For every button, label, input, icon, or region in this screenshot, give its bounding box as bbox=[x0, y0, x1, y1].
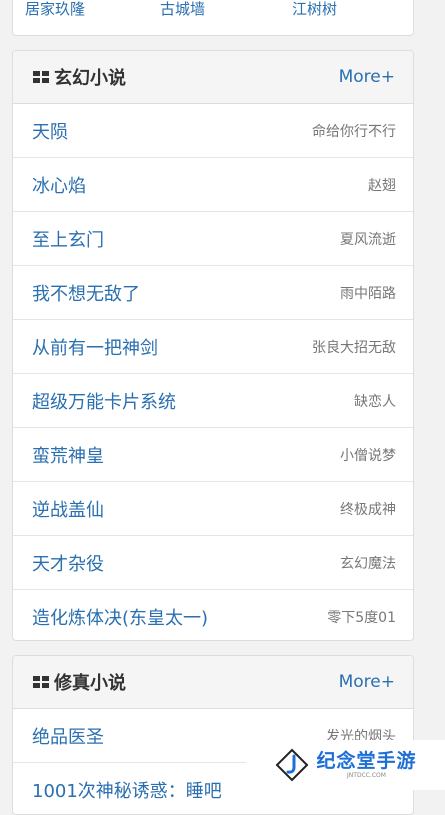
book-title-link[interactable]: 绝品医圣 bbox=[32, 723, 104, 749]
th-large-icon bbox=[33, 71, 49, 83]
book-author: 赵翅 bbox=[368, 177, 396, 194]
book-author: 缺恋人 bbox=[354, 393, 396, 410]
list-item: 逆战盖仙 终极成神 bbox=[13, 482, 413, 536]
list-item: 超级万能卡片系统 缺恋人 bbox=[13, 374, 413, 428]
book-title-link[interactable]: 造化炼体决(东皇太一) bbox=[32, 604, 208, 630]
book-author: 夏风流逝 bbox=[340, 231, 396, 248]
list-item: 蛮荒神皇 小僧说梦 bbox=[13, 428, 413, 482]
book-author: 小僧说梦 bbox=[340, 447, 396, 464]
book-title-link[interactable]: 天陨 bbox=[32, 118, 68, 144]
watermark-brand: 纪念堂手游 bbox=[316, 750, 417, 772]
book-title-link[interactable]: 天才杂役 bbox=[32, 550, 104, 576]
book-title-link[interactable]: 逆战盖仙 bbox=[32, 496, 104, 522]
book-title-link[interactable]: 从前有一把神剑 bbox=[32, 334, 158, 360]
book-title-link[interactable]: 至上玄门 bbox=[32, 226, 104, 252]
list-item: 从前有一把神剑 张良大招无敌 bbox=[13, 320, 413, 374]
author-link[interactable]: 江树树 bbox=[292, 0, 337, 18]
book-title-link[interactable]: 冰心焰 bbox=[32, 172, 86, 198]
book-author: 玄幻魔法 bbox=[340, 555, 396, 572]
book-title-link[interactable]: 1001次神秘诱惑：睡吧 bbox=[32, 777, 222, 803]
more-link[interactable]: More+ bbox=[339, 672, 395, 692]
book-author: 雨中陌路 bbox=[340, 285, 396, 302]
section-title: 修真小说 bbox=[54, 673, 126, 694]
book-title-link[interactable]: 我不想无敌了 bbox=[32, 280, 140, 306]
book-author: 张良大招无敌 bbox=[312, 339, 396, 356]
list-item: 天才杂役 玄幻魔法 bbox=[13, 536, 413, 590]
book-author: 零下5度01 bbox=[327, 610, 396, 626]
section-xiuzhen: 修真小说 More+ 绝品医圣 发光的烟头 1001次神秘诱惑：睡吧 bbox=[12, 655, 414, 815]
more-link[interactable]: More+ bbox=[339, 67, 395, 87]
list-item: 冰心焰 赵翅 bbox=[13, 158, 413, 212]
brand-logo-icon bbox=[276, 748, 309, 782]
section-xuanhuan: 玄幻小说 More+ 天陨 命给你行不行 冰心焰 赵翅 至上玄门 夏风流逝 我不… bbox=[12, 50, 414, 641]
book-title-link[interactable]: 超级万能卡片系统 bbox=[32, 388, 176, 414]
watermark-site: JNTDCC.COM bbox=[347, 772, 386, 779]
author-link[interactable]: 古城墙 bbox=[160, 0, 205, 18]
list-item: 至上玄门 夏风流逝 bbox=[13, 212, 413, 266]
author-link[interactable]: 居家玖隆 bbox=[25, 0, 85, 18]
book-author: 终极成神 bbox=[340, 501, 396, 518]
section-title: 玄幻小说 bbox=[54, 68, 126, 89]
previous-panel-bottom: 居家玖隆 古城墙 江树树 bbox=[12, 0, 414, 36]
list-item: 造化炼体决(东皇太一) 零下5度01 bbox=[13, 590, 413, 640]
site-watermark: 纪念堂手游 JNTDCC.COM bbox=[246, 740, 445, 790]
list-item: 我不想无敌了 雨中陌路 bbox=[13, 266, 413, 320]
book-title-link[interactable]: 蛮荒神皇 bbox=[32, 442, 104, 468]
th-large-icon bbox=[33, 676, 49, 688]
book-author: 命给你行不行 bbox=[312, 123, 396, 140]
section-header: 修真小说 More+ bbox=[13, 656, 413, 709]
section-header: 玄幻小说 More+ bbox=[13, 51, 413, 104]
list-item: 天陨 命给你行不行 bbox=[13, 104, 413, 158]
